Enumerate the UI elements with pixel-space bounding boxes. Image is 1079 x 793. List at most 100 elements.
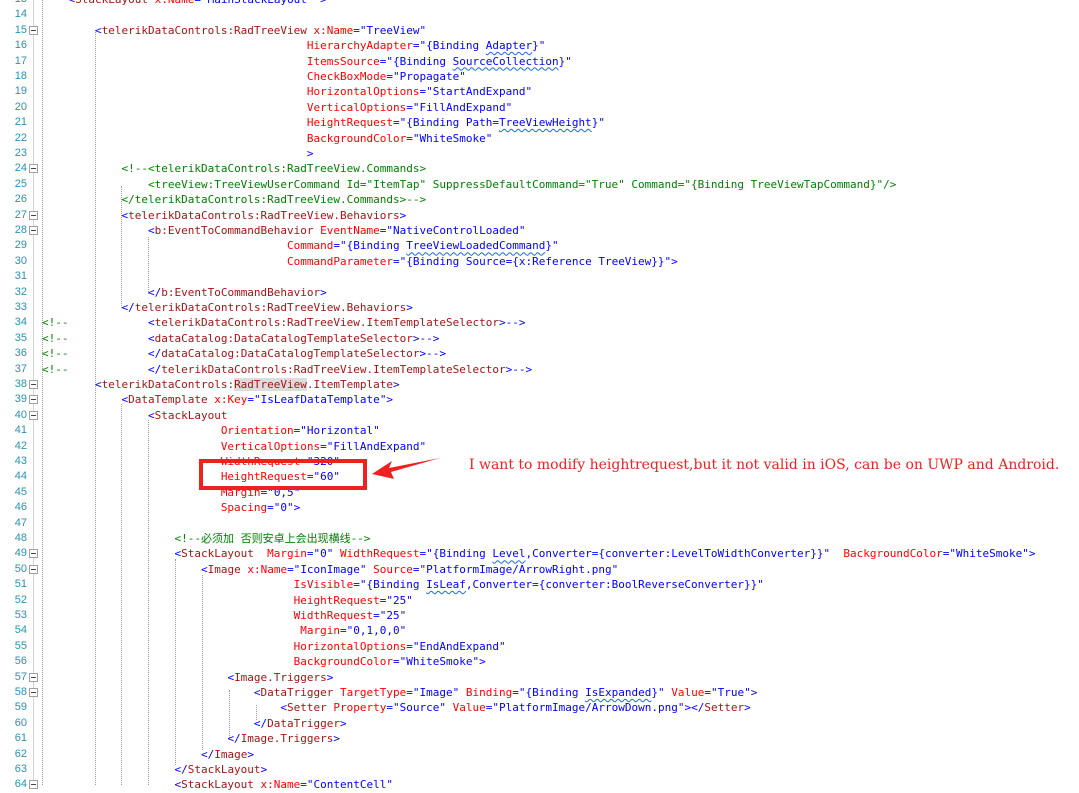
code-line[interactable]: 21 HeightRequest="{Binding Path=TreeView… [0, 115, 1079, 130]
code-token: WidthRequest [333, 547, 420, 561]
code-line[interactable]: 53 WidthRequest="25" [0, 608, 1079, 623]
code-line[interactable]: 23 > [0, 146, 1079, 161]
line-number: 37 [14, 362, 27, 375]
code-text: <StackLayout Margin="0" WidthRequest="{B… [42, 546, 1035, 561]
code-text: </telerikDataControls:RadTreeView.Comman… [42, 192, 426, 207]
code-line[interactable]: 27 <telerikDataControls:RadTreeView.Beha… [0, 208, 1079, 223]
collapse-icon[interactable] [29, 672, 38, 682]
code-line[interactable]: 28 <b:EventToCommandBehavior EventName="… [0, 223, 1079, 238]
code-line[interactable]: 47 [0, 516, 1079, 531]
code-token: > [333, 732, 341, 746]
collapse-icon[interactable] [29, 226, 38, 235]
code-line[interactable]: 51 IsVisible="{Binding IsLeaf,Converter=… [0, 577, 1079, 592]
code-line[interactable]: 60 </DataTrigger> [0, 716, 1079, 731]
code-token: =" [393, 655, 407, 669]
collapse-icon[interactable] [29, 210, 38, 220]
code-line[interactable]: 49 <StackLayout Margin="0" WidthRequest=… [0, 546, 1079, 561]
code-token: =" [194, 0, 207, 6]
collapse-icon[interactable] [29, 395, 38, 405]
code-token: 25 [386, 609, 400, 622]
code-line[interactable]: 16 HierarchyAdapter="{Binding Adapter}" [0, 38, 1079, 53]
code-line[interactable]: 26 </telerikDataControls:RadTreeView.Com… [0, 192, 1079, 207]
collapse-icon[interactable] [29, 380, 38, 389]
code-line[interactable]: 25 <treeView:TreeViewUserCommand Id="Ite… [0, 177, 1079, 192]
code-line[interactable]: 33 </telerikDataControls:RadTreeView.Beh… [0, 300, 1079, 315]
code-line[interactable]: 32 </b:EventToCommandBehavior> [0, 285, 1079, 300]
code-token: DataTrigger [267, 716, 341, 730]
line-number: 24 [14, 162, 27, 175]
code-line[interactable]: 15 <telerikDataControls:RadTreeView x:Na… [0, 23, 1079, 38]
code-line[interactable]: 63 </StackLayout> [0, 762, 1079, 777]
line-number: 35 [14, 331, 27, 344]
code-line[interactable]: 42 VerticalOptions="FillAndExpand" [0, 439, 1079, 454]
code-line[interactable]: 29 Command="{Binding TreeViewLoadedComma… [0, 238, 1079, 253]
code-token: <!-- [42, 362, 69, 376]
code-line[interactable]: 24 <!--<telerikDataControls:RadTreeView.… [0, 161, 1079, 176]
collapse-icon[interactable] [29, 25, 38, 35]
code-line[interactable]: 17 ItemsSource="{Binding SourceCollectio… [0, 54, 1079, 69]
line-number: 23 [14, 147, 27, 159]
collapse-icon[interactable] [29, 164, 38, 174]
code-line[interactable]: 41 Orientation="Horizontal" [0, 423, 1079, 438]
code-line[interactable]: 54 Margin="0,1,0,0" [0, 623, 1079, 638]
code-token: " [551, 239, 559, 253]
code-line[interactable]: 50 <Image x:Name="IconImage" Source="Pla… [0, 562, 1079, 577]
code-token: telerikDataControls:RadTreeView.ItemTemp… [161, 362, 506, 376]
code-text: Command="{Binding TreeViewLoadedCommand}… [42, 238, 559, 253]
code-line[interactable]: 57 <Image.Triggers> [0, 670, 1079, 685]
code-token: > [399, 208, 407, 222]
code-line[interactable]: 20 VerticalOptions="FillAndExpand" [0, 100, 1079, 115]
collapse-icon[interactable] [29, 410, 38, 420]
code-line[interactable]: 22 BackgroundColor="WhiteSmoke" [0, 131, 1079, 146]
code-line[interactable]: 52 HeightRequest="25" [0, 593, 1079, 608]
code-line[interactable]: 46 Spacing="0"> [0, 500, 1079, 515]
code-line[interactable]: 13 <StackLayout x:Name="MainStackLayout"… [0, 0, 1079, 7]
code-line[interactable]: 38 <telerikDataControls:RadTreeView.Item… [0, 377, 1079, 392]
code-line[interactable]: 39 <DataTemplate x:Key="IsLeafDataTempla… [0, 392, 1079, 407]
code-line[interactable]: 59 <Setter Property="Source" Value="Plat… [0, 700, 1079, 715]
code-line[interactable]: 36 <!-- </dataCatalog:DataCatalogTemplate… [0, 346, 1079, 361]
line-number: 47 [14, 516, 27, 529]
code-line[interactable]: 61 </Image.Triggers> [0, 731, 1079, 746]
code-line[interactable]: 34 <!-- <telerikDataControls:RadTreeView.… [0, 315, 1079, 330]
code-line[interactable]: 18 CheckBoxMode="Propagate" [0, 69, 1079, 84]
code-token: RadTreeView [234, 378, 307, 391]
code-token: TreeViewHeight [498, 116, 592, 130]
code-line[interactable]: 31 [0, 269, 1079, 284]
collapse-icon[interactable] [29, 549, 38, 559]
code-editor[interactable]: 13 <StackLayout x:Name="MainStackLayout"… [0, 0, 1079, 791]
line-number: 51 [14, 578, 27, 591]
code-text: <!--必须加 否则安卓上会出现横线--> [42, 531, 370, 546]
code-line[interactable]: 40 <StackLayout [0, 408, 1079, 423]
code-line[interactable]: 58 <DataTrigger TargetType="Image" Bindi… [0, 685, 1079, 700]
line-number: 19 [14, 85, 27, 98]
code-line[interactable]: 30 CommandParameter="{Binding Source={x:… [0, 254, 1079, 269]
collapse-icon[interactable] [29, 688, 38, 697]
code-line[interactable]: 48 <!--必须加 否则安卓上会出现横线--> [0, 531, 1079, 546]
code-line[interactable]: 37 <!-- </telerikDataControls:RadTreeView… [0, 362, 1079, 377]
code-line[interactable]: 14 [0, 7, 1079, 22]
code-line[interactable]: 62 </Image> [0, 747, 1079, 762]
code-line[interactable]: 64 <StackLayout x:Name="ContentCell" [0, 777, 1079, 792]
code-token: " [505, 100, 513, 114]
code-token: b:EventToCommandBehavior [161, 285, 321, 299]
code-line[interactable]: 56 BackgroundColor="WhiteSmoke"> [0, 654, 1079, 669]
code-token: HorizontalOptions [306, 85, 420, 99]
code-line[interactable]: 45 Margin="0,5" [0, 485, 1079, 500]
code-line[interactable]: 19 HorizontalOptions="StartAndExpand" [0, 84, 1079, 99]
code-token: Spacing [220, 501, 268, 515]
code-text: BackgroundColor="WhiteSmoke" [42, 131, 492, 146]
code-line[interactable]: 55 HorizontalOptions="EndAndExpand" [0, 639, 1079, 654]
code-token: =" [353, 23, 367, 37]
code-line[interactable]: 35 <!-- <dataCatalog:DataCatalogTemplateS… [0, 331, 1079, 346]
line-number: 58 [14, 686, 27, 698]
collapse-icon[interactable] [29, 564, 38, 574]
